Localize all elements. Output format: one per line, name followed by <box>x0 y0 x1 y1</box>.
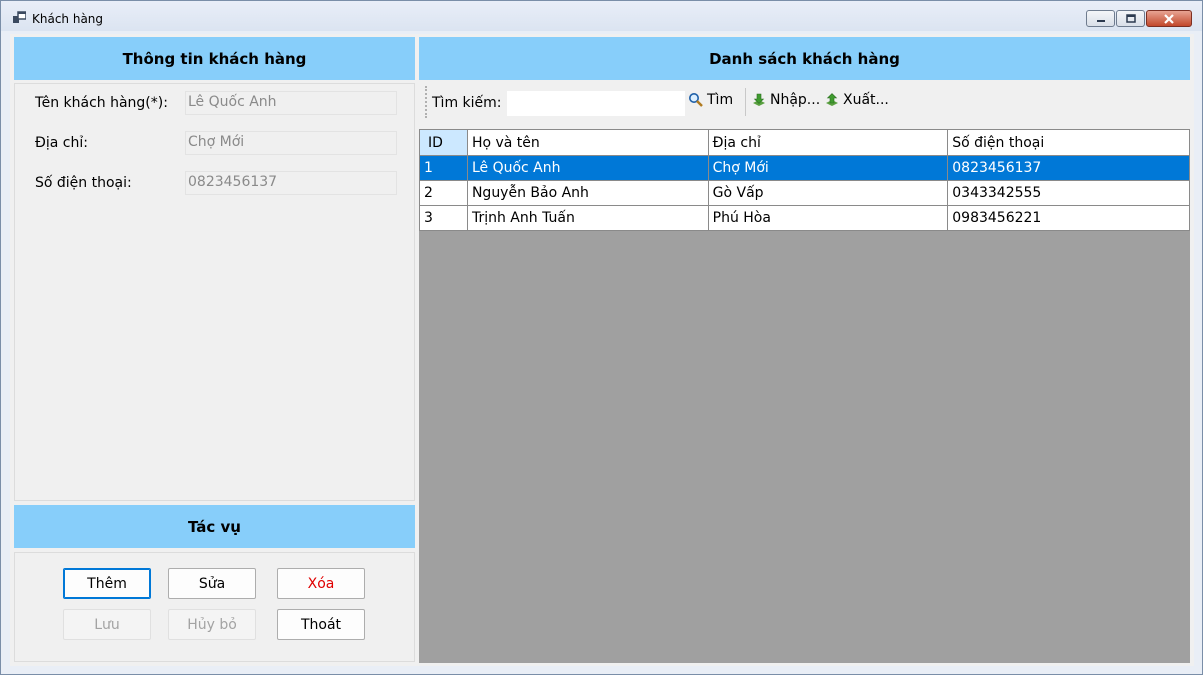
column-header-address[interactable]: Địa chỉ <box>707 129 949 156</box>
list-toolbar: Tìm kiếm: Tìm Nhập... Xuất... <box>422 80 1194 122</box>
edit-button[interactable]: Sửa <box>168 568 256 599</box>
customer-info-header: Thông tin khách hàng <box>14 37 415 80</box>
cell-name[interactable]: Lê Quốc Anh <box>466 155 709 181</box>
address-field[interactable]: Chợ Mới <box>185 131 397 155</box>
phone-field[interactable]: 0823456137 <box>185 171 397 195</box>
cell-phone[interactable]: 0343342555 <box>947 180 1190 206</box>
address-label: Địa chỉ: <box>35 135 88 151</box>
maximize-button[interactable] <box>1116 10 1145 27</box>
close-icon <box>1164 13 1174 24</box>
table-header-row: ID Họ và tên Địa chỉ Số điện thoại <box>419 129 1190 156</box>
import-icon <box>753 93 765 106</box>
search-label: Tìm kiếm: <box>432 95 502 111</box>
cell-address[interactable]: Chợ Mới <box>707 155 949 181</box>
cell-id[interactable]: 3 <box>419 205 468 231</box>
toolbar-separator <box>745 88 746 116</box>
table-row[interactable]: 2 Nguyễn Bảo Anh Gò Vấp 0343342555 <box>419 180 1190 206</box>
exit-button[interactable]: Thoát <box>277 609 365 640</box>
save-button[interactable]: Lưu <box>63 609 151 640</box>
toolbar-grip[interactable] <box>425 86 429 118</box>
export-icon <box>826 93 838 106</box>
column-header-id[interactable]: ID <box>419 129 468 156</box>
close-button[interactable] <box>1146 10 1192 27</box>
export-button[interactable]: Xuất... <box>824 92 889 108</box>
actions-header: Tác vụ <box>14 505 415 548</box>
delete-button[interactable]: Xóa <box>277 568 365 599</box>
window-title: Khách hàng <box>32 12 104 26</box>
app-window: Khách hàng Thông tin khách hàng Tên khác… <box>0 0 1203 675</box>
customer-info-panel: Tên khách hàng(*): Lê Quốc Anh Địa chỉ: … <box>14 83 415 501</box>
customer-table: ID Họ và tên Địa chỉ Số điện thoại 1 Lê … <box>419 129 1190 231</box>
cell-address[interactable]: Gò Vấp <box>707 180 949 206</box>
cancel-button[interactable]: Hủy bỏ <box>168 609 256 640</box>
search-button-label: Tìm <box>707 92 734 108</box>
actions-panel: Thêm Sửa Xóa Lưu Hủy bỏ Thoát <box>14 552 415 662</box>
export-button-label: Xuất... <box>843 92 889 108</box>
table-row[interactable]: 1 Lê Quốc Anh Chợ Mới 0823456137 <box>419 155 1190 181</box>
cell-name[interactable]: Nguyễn Bảo Anh <box>466 180 709 206</box>
import-button-label: Nhập... <box>770 92 821 108</box>
cell-id[interactable]: 2 <box>419 180 468 206</box>
cell-phone[interactable]: 0823456137 <box>947 155 1190 181</box>
search-icon <box>689 93 703 107</box>
client-area: Thông tin khách hàng Tên khách hàng(*): … <box>10 34 1194 666</box>
customer-name-field[interactable]: Lê Quốc Anh <box>185 91 397 115</box>
minimize-icon <box>1096 19 1105 22</box>
customer-list-header: Danh sách khách hàng <box>419 37 1190 80</box>
cell-phone[interactable]: 0983456221 <box>947 205 1190 231</box>
title-bar[interactable]: Khách hàng <box>1 1 1202 31</box>
add-button[interactable]: Thêm <box>63 568 151 599</box>
customer-grid[interactable]: ID Họ và tên Địa chỉ Số điện thoại 1 Lê … <box>419 129 1190 663</box>
customer-name-label: Tên khách hàng(*): <box>35 95 168 111</box>
column-header-name[interactable]: Họ và tên <box>466 129 709 156</box>
import-button[interactable]: Nhập... <box>751 92 820 108</box>
search-button[interactable]: Tìm <box>688 92 733 108</box>
cell-id[interactable]: 1 <box>419 155 468 181</box>
column-header-phone[interactable]: Số điện thoại <box>947 129 1190 156</box>
minimize-button[interactable] <box>1086 10 1115 27</box>
table-row[interactable]: 3 Trịnh Anh Tuấn Phú Hòa 0983456221 <box>419 205 1190 231</box>
search-input[interactable] <box>507 91 685 116</box>
app-window-icon <box>13 11 26 23</box>
maximize-icon <box>1125 14 1136 23</box>
phone-label: Số điện thoại: <box>35 175 132 191</box>
cell-address[interactable]: Phú Hòa <box>707 205 949 231</box>
cell-name[interactable]: Trịnh Anh Tuấn <box>466 205 709 231</box>
